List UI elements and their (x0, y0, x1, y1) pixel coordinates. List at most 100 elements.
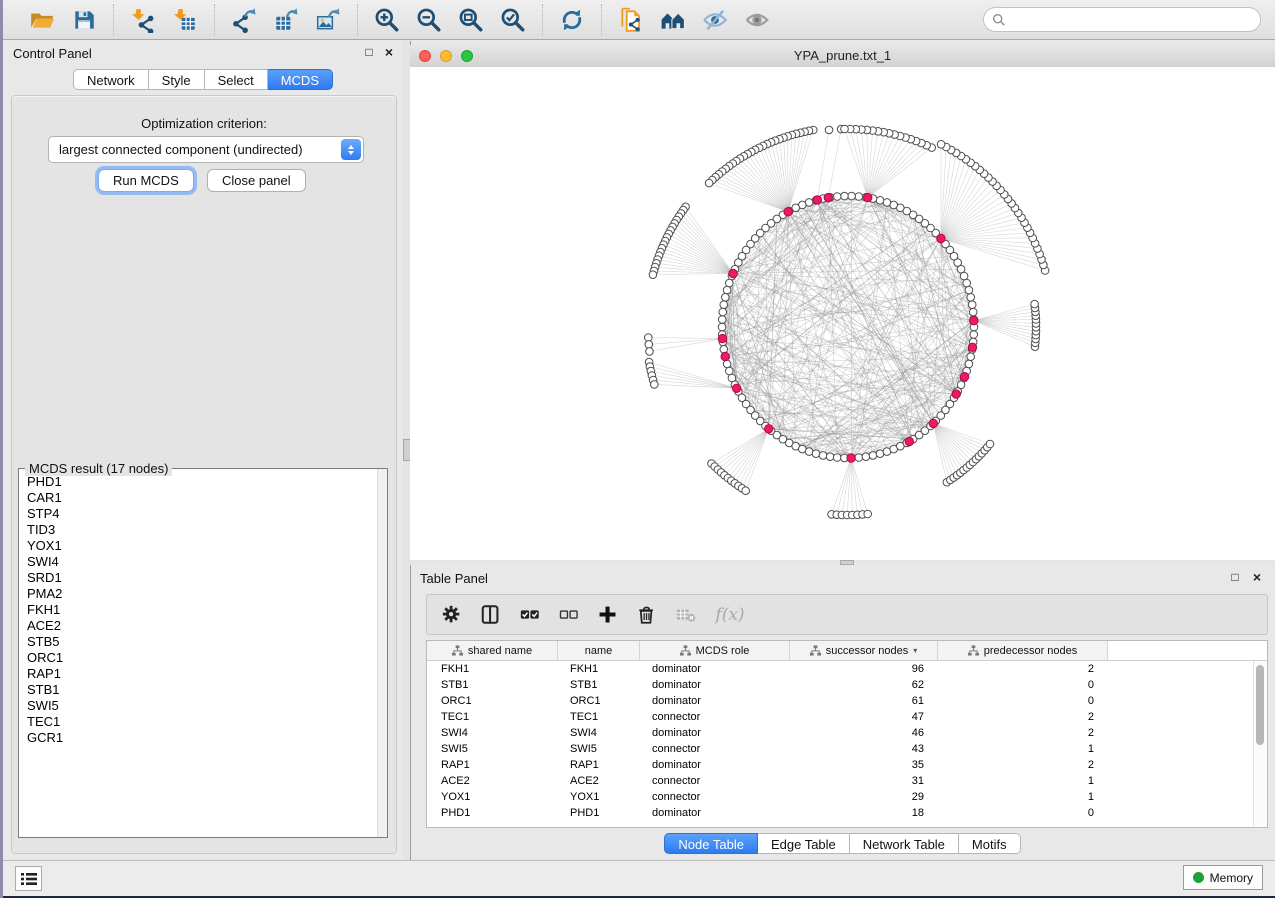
tab-network[interactable]: Network (73, 69, 149, 90)
search-box[interactable] (983, 7, 1261, 32)
new-network-from-selection-button[interactable] (616, 5, 646, 35)
deselect-all-rows-button[interactable] (557, 603, 581, 627)
add-column-button[interactable] (596, 603, 620, 627)
cell-predecessor-nodes[interactable]: 0 (938, 679, 1108, 691)
cell-successor-nodes[interactable]: 46 (790, 727, 938, 739)
table-row[interactable]: SWI4SWI4dominator462 (427, 725, 1267, 741)
mcds-result-item[interactable]: TID3 (27, 522, 377, 538)
scrollbar-thumb[interactable] (1256, 665, 1264, 745)
cell-predecessor-nodes[interactable]: 1 (938, 775, 1108, 787)
cell-name[interactable]: SWI5 (558, 743, 640, 755)
table-row[interactable]: YOX1YOX1connector291 (427, 789, 1267, 805)
zoom-selected-button[interactable] (498, 5, 528, 35)
cell-predecessor-nodes[interactable]: 0 (938, 695, 1108, 707)
minimize-traffic-light[interactable] (440, 50, 452, 62)
cell-mcds-role[interactable]: connector (640, 743, 790, 755)
cell-name[interactable]: STB1 (558, 679, 640, 691)
tab-style[interactable]: Style (149, 69, 205, 90)
export-image-button[interactable] (313, 5, 343, 35)
cell-mcds-role[interactable]: connector (640, 711, 790, 723)
table-settings-button[interactable] (440, 603, 464, 627)
cell-mcds-role[interactable]: dominator (640, 807, 790, 819)
cell-shared-name[interactable]: PHD1 (427, 807, 558, 819)
table-row[interactable]: STB1STB1dominator620 (427, 677, 1267, 693)
cell-successor-nodes[interactable]: 18 (790, 807, 938, 819)
mcds-result-item[interactable]: GCR1 (27, 730, 377, 746)
optimization-criterion-select[interactable]: largest connected component (undirected) (48, 136, 364, 163)
cell-shared-name[interactable]: ORC1 (427, 695, 558, 707)
table-row[interactable]: TEC1TEC1connector472 (427, 709, 1267, 725)
table-row[interactable]: RAP1RAP1dominator352 (427, 757, 1267, 773)
close-panel-button[interactable]: Close panel (207, 169, 306, 192)
cell-successor-nodes[interactable]: 29 (790, 791, 938, 803)
apply-layout-button[interactable] (557, 5, 587, 35)
cell-shared-name[interactable]: STB1 (427, 679, 558, 691)
export-table-button[interactable] (271, 5, 301, 35)
cell-shared-name[interactable]: RAP1 (427, 759, 558, 771)
close-panel-icon[interactable]: × (1249, 569, 1265, 585)
cell-shared-name[interactable]: SWI4 (427, 727, 558, 739)
cell-mcds-role[interactable]: dominator (640, 695, 790, 707)
mcds-result-item[interactable]: ORC1 (27, 650, 377, 666)
cell-mcds-role[interactable]: dominator (640, 679, 790, 691)
mcds-result-item[interactable]: CAR1 (27, 490, 377, 506)
cell-predecessor-nodes[interactable]: 1 (938, 791, 1108, 803)
column-header-shared-name[interactable]: shared name (427, 641, 558, 660)
cell-name[interactable]: RAP1 (558, 759, 640, 771)
close-traffic-light[interactable] (419, 50, 431, 62)
cell-predecessor-nodes[interactable]: 2 (938, 663, 1108, 675)
table-scrollbar[interactable] (1253, 661, 1266, 826)
zoom-traffic-light[interactable] (461, 50, 473, 62)
cell-name[interactable]: FKH1 (558, 663, 640, 675)
cell-shared-name[interactable]: YOX1 (427, 791, 558, 803)
cell-mcds-role[interactable]: dominator (640, 759, 790, 771)
search-input[interactable] (1010, 9, 1260, 31)
cell-name[interactable]: ACE2 (558, 775, 640, 787)
table-row[interactable]: SWI5SWI5connector431 (427, 741, 1267, 757)
table-row[interactable]: ACE2ACE2connector311 (427, 773, 1267, 789)
network-graph[interactable] (410, 67, 1275, 560)
cell-predecessor-nodes[interactable]: 2 (938, 727, 1108, 739)
mcds-result-item[interactable]: FKH1 (27, 602, 377, 618)
column-header-predecessor-nodes[interactable]: predecessor nodes (938, 641, 1108, 660)
network-window-titlebar[interactable]: YPA_prune.txt_1 (410, 45, 1275, 68)
cell-successor-nodes[interactable]: 35 (790, 759, 938, 771)
mcds-result-item[interactable]: STP4 (27, 506, 377, 522)
tab-network-table[interactable]: Network Table (850, 833, 959, 854)
cell-predecessor-nodes[interactable]: 2 (938, 711, 1108, 723)
show-all-button[interactable] (742, 5, 772, 35)
column-header-name[interactable]: name (558, 641, 640, 660)
cell-successor-nodes[interactable]: 43 (790, 743, 938, 755)
delete-column-button[interactable] (635, 603, 659, 627)
cell-name[interactable]: ORC1 (558, 695, 640, 707)
cell-predecessor-nodes[interactable]: 1 (938, 743, 1108, 755)
cell-successor-nodes[interactable]: 47 (790, 711, 938, 723)
cell-successor-nodes[interactable]: 31 (790, 775, 938, 787)
float-window-icon[interactable]: □ (361, 44, 377, 60)
cell-name[interactable]: TEC1 (558, 711, 640, 723)
zoom-out-button[interactable] (414, 5, 444, 35)
cell-shared-name[interactable]: TEC1 (427, 711, 558, 723)
memory-button[interactable]: Memory (1183, 865, 1263, 890)
cell-shared-name[interactable]: FKH1 (427, 663, 558, 675)
mcds-result-item[interactable]: SRD1 (27, 570, 377, 586)
mcds-result-item[interactable]: PHD1 (27, 474, 377, 490)
mcds-result-scrollbar[interactable] (377, 469, 387, 837)
task-history-button[interactable] (15, 866, 42, 891)
tab-select[interactable]: Select (205, 69, 268, 90)
import-network-button[interactable] (128, 5, 158, 35)
zoom-fit-button[interactable] (456, 5, 486, 35)
column-header-successor-nodes[interactable]: successor nodes▾ (790, 641, 938, 660)
tab-motifs[interactable]: Motifs (959, 833, 1021, 854)
tab-node-table[interactable]: Node Table (664, 833, 758, 854)
mcds-result-item[interactable]: PMA2 (27, 586, 377, 602)
cell-name[interactable]: SWI4 (558, 727, 640, 739)
cell-mcds-role[interactable]: connector (640, 775, 790, 787)
column-selector-button[interactable] (479, 603, 503, 627)
select-all-rows-button[interactable] (518, 603, 542, 627)
mcds-result-item[interactable]: SWI4 (27, 554, 377, 570)
cell-successor-nodes[interactable]: 96 (790, 663, 938, 675)
table-row[interactable]: PHD1PHD1dominator180 (427, 805, 1267, 821)
cell-name[interactable]: YOX1 (558, 791, 640, 803)
tab-mcds[interactable]: MCDS (268, 69, 333, 90)
